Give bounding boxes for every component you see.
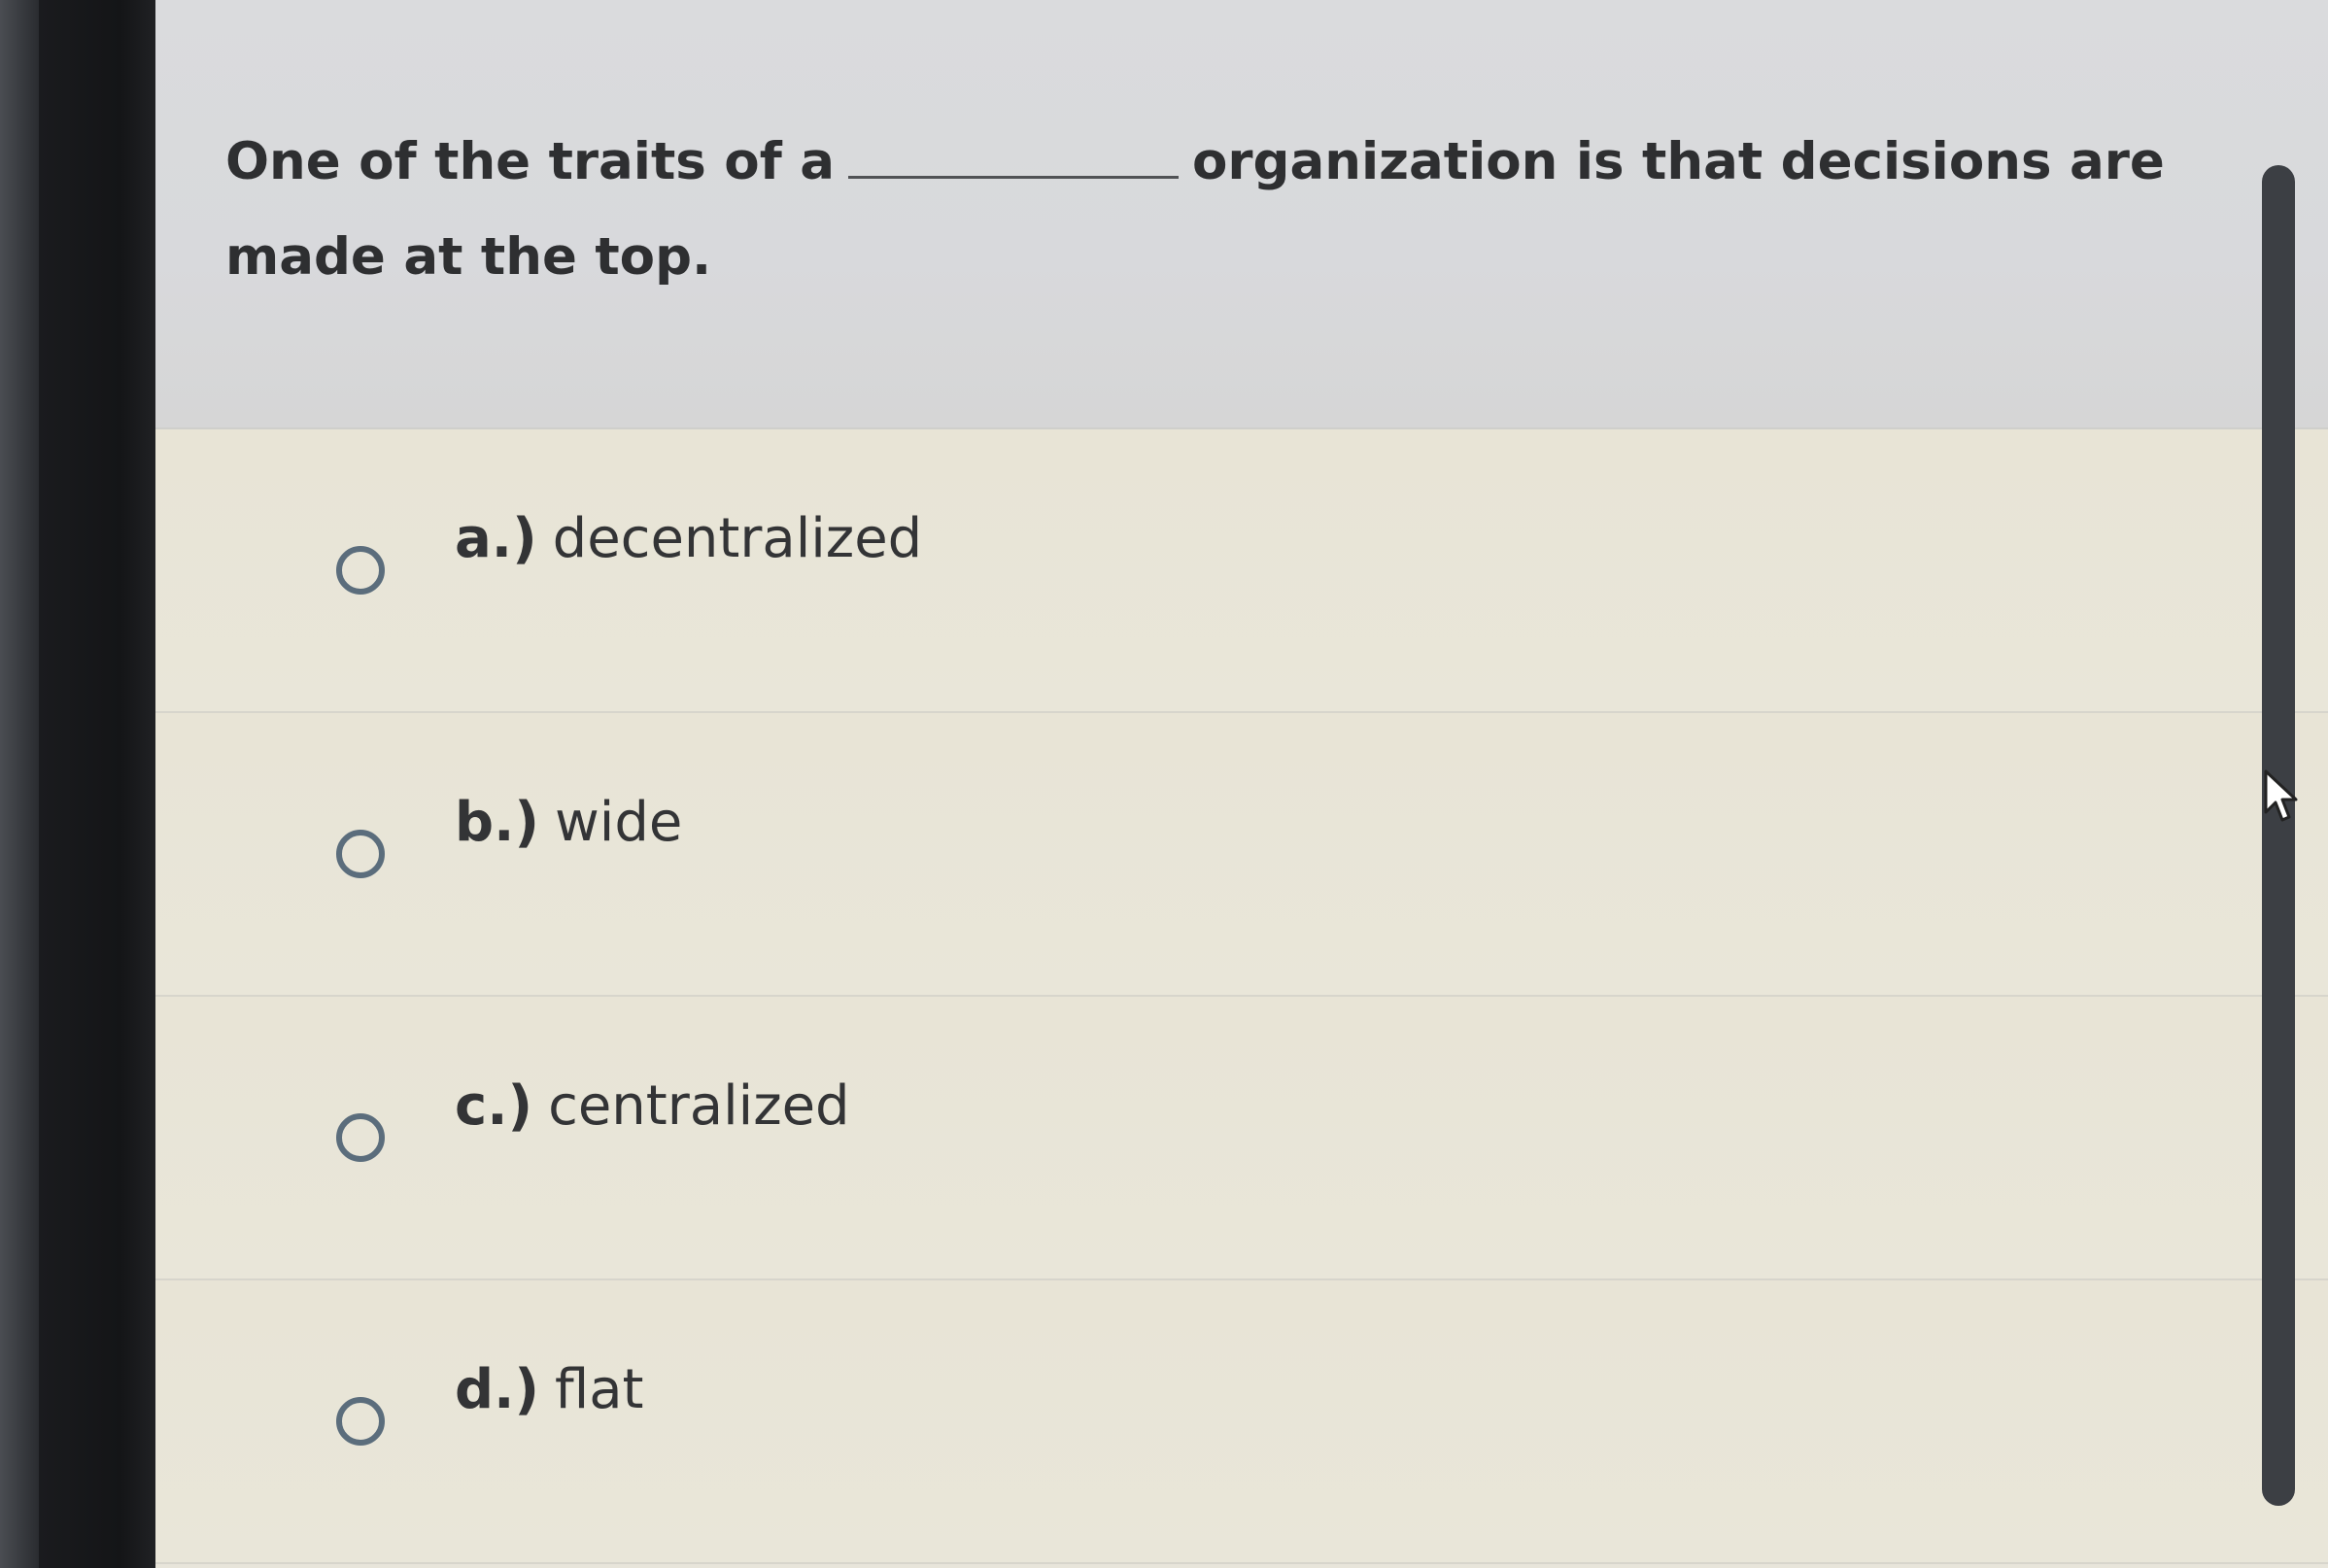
answer-blank: [848, 119, 1179, 179]
radio-button-icon[interactable]: [336, 1113, 385, 1162]
option-letter: c.): [455, 1074, 533, 1138]
option-text: decentralized: [552, 507, 923, 570]
option-label[interactable]: d.) flat: [455, 1358, 644, 1421]
option-letter: d.): [455, 1358, 539, 1421]
option-a[interactable]: a.) decentralized: [155, 429, 2328, 713]
radio-button-icon[interactable]: [336, 1397, 385, 1446]
option-letter: a.): [455, 507, 537, 570]
option-letter: b.): [455, 791, 539, 854]
monitor-edge: [39, 0, 155, 1568]
quiz-screen: One of the traits of a organization is th…: [155, 0, 2328, 1568]
option-b[interactable]: b.) wide: [155, 713, 2328, 997]
radio-button-icon[interactable]: [336, 546, 385, 595]
radio-button-icon[interactable]: [336, 830, 385, 878]
option-label[interactable]: a.) decentralized: [455, 507, 922, 570]
mouse-pointer-icon: [2264, 769, 2298, 822]
question-prefix: One of the traits of a: [225, 132, 835, 191]
option-label[interactable]: c.) centralized: [455, 1074, 850, 1138]
option-c[interactable]: c.) centralized: [155, 997, 2328, 1280]
vertical-scrollbar[interactable]: [2262, 165, 2295, 1506]
answer-options: a.) decentralized b.) wide c.) centralized …: [155, 429, 2328, 1564]
question-panel: One of the traits of a organization is th…: [155, 0, 2328, 429]
question-text: One of the traits of a organization is th…: [225, 115, 2169, 305]
monitor-bezel: [0, 0, 39, 1568]
option-text: wide: [554, 791, 683, 854]
option-text: flat: [554, 1358, 644, 1421]
option-d[interactable]: d.) flat: [155, 1280, 2328, 1564]
option-label[interactable]: b.) wide: [455, 791, 682, 854]
option-text: centralized: [548, 1074, 850, 1138]
